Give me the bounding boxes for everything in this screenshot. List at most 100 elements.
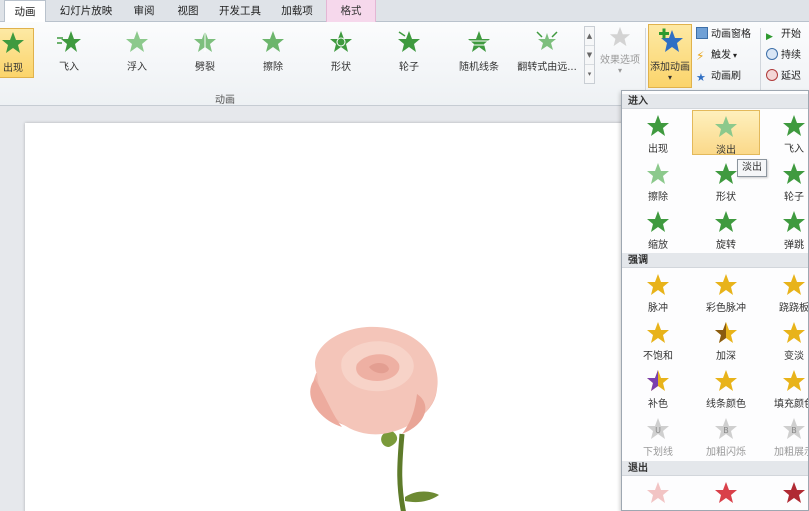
star-icon: B <box>715 418 737 439</box>
star-exit-icon <box>715 482 737 503</box>
ribbon-tab-bar: 动画 幻灯片放映 审阅 视图 开发工具 加载项 格式 <box>0 0 809 23</box>
star-icon <box>715 163 737 184</box>
animation-option[interactable]: 出现 <box>624 110 692 155</box>
animation-option[interactable]: 擦除 <box>624 158 692 203</box>
star-icon <box>647 115 669 136</box>
tab-developer[interactable]: 开发工具 <box>212 0 268 22</box>
animation-option[interactable]: 变淡 <box>760 317 808 362</box>
exit-animation-option[interactable] <box>624 477 692 510</box>
animation-option[interactable]: B 加粗闪烁 <box>692 413 760 458</box>
animation-option[interactable]: B 加粗展示 <box>760 413 808 458</box>
star-icon <box>647 211 669 232</box>
star-icon <box>783 163 805 184</box>
option-label: 加深 <box>716 351 736 362</box>
tab-addins[interactable]: 加载项 <box>272 0 322 22</box>
play-icon: ▶ <box>766 32 773 42</box>
star-icon <box>715 274 737 295</box>
svg-text:U: U <box>655 426 661 435</box>
option-label: 飞入 <box>784 144 804 155</box>
animation-option[interactable]: 旋转 <box>692 206 760 251</box>
star-exit-icon <box>783 482 805 503</box>
divider <box>645 28 646 98</box>
gallery-item-float-in[interactable]: 浮入 <box>113 28 161 78</box>
tooltip: 淡出 <box>737 159 767 177</box>
gallery-item-flip-from-far[interactable]: 翻转式由远... <box>513 28 581 78</box>
option-label: 出现 <box>648 144 668 155</box>
chevron-down-icon: ▾ <box>617 66 622 75</box>
brush-icon: ★ <box>696 71 706 84</box>
animation-option[interactable]: 不饱和 <box>624 317 692 362</box>
option-label: 形状 <box>716 192 736 203</box>
star-icon <box>783 115 805 136</box>
star-icon <box>783 322 805 343</box>
star-icon <box>647 274 669 295</box>
animation-option[interactable]: 补色 <box>624 365 692 410</box>
section-header-emphasis: 强调 <box>622 253 808 268</box>
scroll-down-icon[interactable]: ▼ <box>585 46 594 65</box>
star-wipe-icon <box>262 31 284 52</box>
star-icon: U <box>647 418 669 439</box>
option-label: 脉冲 <box>648 303 668 314</box>
gallery-item-wheel[interactable]: 轮子 <box>385 28 433 78</box>
gallery-item-random-bars[interactable]: 随机线条 <box>453 28 505 78</box>
tab-review[interactable]: 审阅 <box>124 0 164 22</box>
star-disabled-icon <box>609 26 631 47</box>
tab-animation[interactable]: 动画 <box>4 0 46 23</box>
animation-option[interactable]: 脉冲 <box>624 269 692 314</box>
timing-start[interactable]: ▶ 开始 <box>766 26 801 43</box>
option-label: 彩色脉冲 <box>706 303 746 314</box>
star-icon <box>647 370 669 391</box>
star-motion-icon <box>57 31 81 52</box>
gallery-item-fly-in[interactable]: 飞入 <box>45 28 93 78</box>
option-label: 旋转 <box>716 240 736 251</box>
animation-painter-button[interactable]: ★ 动画刷 <box>696 68 741 85</box>
trigger-button[interactable]: ⚡ 触发 ▾ <box>696 47 737 64</box>
star-icon <box>715 322 737 343</box>
animation-option[interactable]: 轮子 <box>760 158 808 203</box>
animation-option[interactable]: 跷跷板 <box>760 269 808 314</box>
timing-delay[interactable]: 延迟 <box>766 68 801 85</box>
pane-icon <box>696 27 708 39</box>
option-label: 加粗展示 <box>774 447 808 458</box>
delay-clock-icon <box>766 69 778 81</box>
effect-options-button[interactable]: 效果选项 ▾ <box>598 24 642 88</box>
add-animation-button[interactable]: 添加动画 ▾ <box>648 24 692 88</box>
lightning-icon: ⚡ <box>696 49 705 63</box>
star-exit-icon <box>647 482 669 503</box>
animation-option[interactable]: 彩色脉冲 <box>692 269 760 314</box>
animation-option[interactable]: 弹跳 <box>760 206 808 251</box>
gallery-scroll[interactable]: ▲ ▼ ▾ <box>584 26 595 84</box>
animation-option[interactable]: 缩放 <box>624 206 692 251</box>
option-label: 下划线 <box>643 447 673 458</box>
animation-option[interactable]: 淡出 <box>692 110 760 156</box>
gallery-item-wipe[interactable]: 擦除 <box>249 28 297 78</box>
animation-option[interactable]: 加深 <box>692 317 760 362</box>
svg-text:B: B <box>791 426 797 435</box>
option-label: 线条颜色 <box>706 399 746 410</box>
group-label-animation: 动画 <box>215 95 235 106</box>
animation-option[interactable]: 飞入 <box>760 110 808 155</box>
gallery-item-appear[interactable]: 出现 <box>0 28 34 78</box>
tab-format[interactable]: 格式 <box>326 0 376 22</box>
chevron-down-icon: ▾ <box>667 73 672 82</box>
tab-view[interactable]: 视图 <box>168 0 208 22</box>
animation-option[interactable]: 填充颜色 <box>760 365 808 410</box>
tab-slideshow[interactable]: 幻灯片放映 <box>52 0 120 22</box>
star-icon <box>647 322 669 343</box>
gallery-more-icon[interactable]: ▾ <box>585 65 594 84</box>
star-icon <box>715 370 737 391</box>
scroll-up-icon[interactable]: ▲ <box>585 27 594 46</box>
gallery-item-split[interactable]: 劈裂 <box>181 28 229 78</box>
animation-option[interactable]: 线条颜色 <box>692 365 760 410</box>
rose-image[interactable] <box>297 319 467 511</box>
exit-animation-option[interactable] <box>760 477 808 510</box>
animation-option[interactable]: U 下划线 <box>624 413 692 458</box>
star-icon: B <box>783 418 805 439</box>
slide-canvas[interactable] <box>25 123 625 511</box>
add-animation-dropdown[interactable]: 进入 强调 退出 出现 淡出 飞入 擦除 形状 轮子 缩放 旋转 弹跳 脉冲 彩色脉冲 跷跷板 不饱和加… <box>621 90 809 511</box>
timing-duration[interactable]: 持续 <box>766 47 801 64</box>
exit-animation-option[interactable] <box>692 477 760 510</box>
star-icon <box>715 211 737 232</box>
gallery-item-shape[interactable]: 形状 <box>317 28 365 78</box>
animation-pane-button[interactable]: 动画窗格 <box>696 26 751 43</box>
